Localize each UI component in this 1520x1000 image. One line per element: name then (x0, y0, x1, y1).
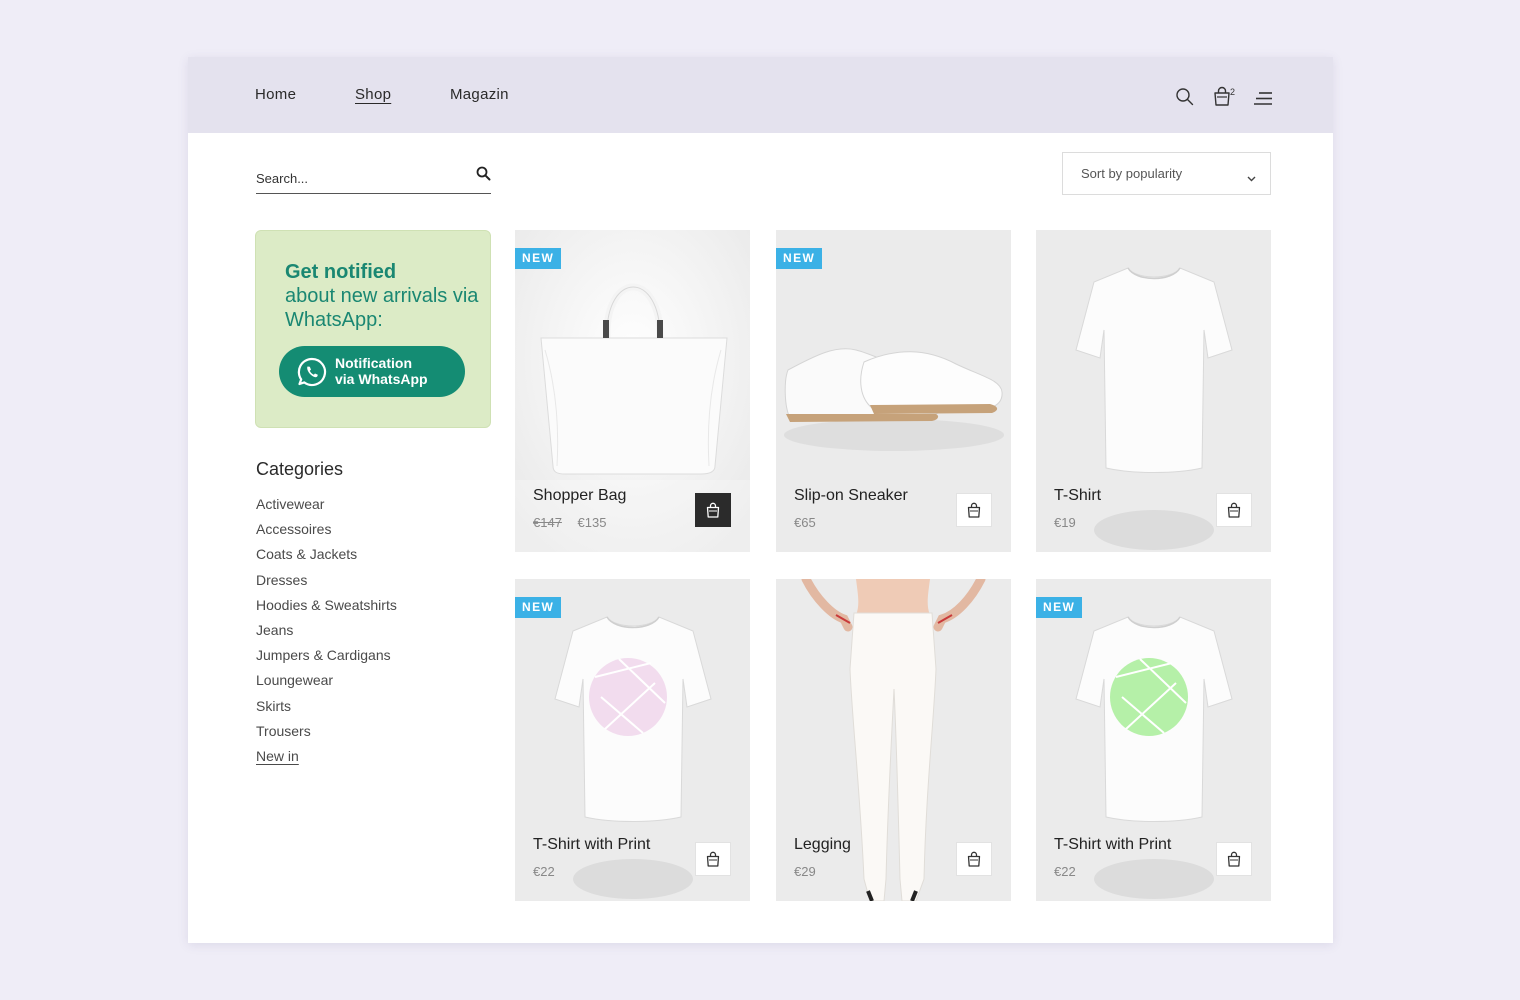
search-input[interactable] (256, 167, 456, 189)
category-link[interactable]: Loungewear (256, 671, 397, 696)
current-price: €22 (1054, 864, 1076, 879)
category-link[interactable]: Jumpers & Cardigans (256, 646, 397, 671)
product-card[interactable]: NEW Shopper Bag €147 €135 (515, 230, 750, 552)
product-card[interactable]: NEW Slip-on Sneaker €65 (776, 230, 1011, 552)
category-link[interactable]: Accessoires (256, 520, 397, 545)
category-link[interactable]: Trousers (256, 722, 397, 747)
add-to-cart-button[interactable] (1216, 493, 1252, 527)
add-to-cart-button[interactable] (956, 842, 992, 876)
add-to-cart-button[interactable] (956, 493, 992, 527)
new-badge: NEW (515, 248, 562, 269)
nav-magazin-link[interactable]: Magazin (450, 86, 509, 103)
current-price: €135 (577, 515, 607, 530)
product-name[interactable]: Legging (794, 836, 851, 854)
menu-icon[interactable] (1253, 91, 1273, 111)
product-card[interactable]: Legging €29 (776, 579, 1011, 901)
cart-count-badge: 2 (1230, 87, 1236, 97)
current-price: €22 (533, 864, 555, 879)
product-name[interactable]: Slip-on Sneaker (794, 487, 908, 505)
categories-heading: Categories (256, 459, 344, 479)
product-prices: €29 (794, 864, 816, 879)
shopping-bag-icon (1227, 851, 1241, 867)
current-price: €19 (1054, 515, 1076, 530)
shopping-bag-icon (1227, 502, 1241, 518)
product-prices: €19 (1054, 515, 1076, 530)
shopping-bag-icon (706, 502, 720, 518)
add-to-cart-button[interactable] (1216, 842, 1252, 876)
nav-shop-link[interactable]: Shop (355, 86, 391, 103)
promo-headline: Get notified about new arrivals via What… (285, 261, 479, 331)
top-navigation-bar: Home Shop Magazin 2 (188, 57, 1333, 133)
add-to-cart-button[interactable] (695, 493, 731, 527)
whatsapp-icon (296, 356, 328, 393)
add-to-cart-button[interactable] (695, 842, 731, 876)
category-link[interactable]: Hoodies & Sweatshirts (256, 596, 397, 621)
new-badge: NEW (776, 248, 823, 269)
product-prices: €22 (1054, 864, 1076, 879)
current-price: €65 (794, 515, 816, 530)
category-link[interactable]: Jeans (256, 621, 397, 646)
new-badge: NEW (515, 597, 562, 618)
category-link[interactable]: Dresses (256, 571, 397, 596)
whatsapp-button-label: Notification via WhatsApp (335, 355, 428, 387)
current-price: €29 (794, 864, 816, 879)
old-price: €147 (533, 515, 562, 530)
product-name[interactable]: T-Shirt with Print (533, 836, 650, 854)
shopping-bag-icon (967, 502, 981, 518)
category-link-new-in[interactable]: New in (256, 747, 397, 772)
product-card[interactable]: NEW T-Shirt with Print €22 (515, 579, 750, 901)
shopping-bag-icon (967, 851, 981, 867)
product-card[interactable]: T-Shirt €19 (1036, 230, 1271, 552)
sort-selected-value: Sort by popularity (1081, 166, 1183, 181)
sort-dropdown[interactable]: Sort by popularity (1062, 152, 1271, 195)
product-name[interactable]: T-Shirt with Print (1054, 836, 1171, 854)
whatsapp-notification-button[interactable]: Notification via WhatsApp (279, 346, 465, 397)
category-link[interactable]: Activewear (256, 495, 397, 520)
product-card[interactable]: NEW T-Shirt with Print €22 (1036, 579, 1271, 901)
product-prices: €22 (533, 864, 555, 879)
category-link[interactable]: Skirts (256, 697, 397, 722)
shopping-bag-icon (706, 851, 720, 867)
new-badge: NEW (1036, 597, 1083, 618)
shop-window: Home Shop Magazin 2 Search... Sort by po… (188, 57, 1333, 943)
product-name[interactable]: T-Shirt (1054, 487, 1101, 505)
search-submit-icon[interactable] (476, 166, 491, 186)
shopping-bag-icon[interactable] (1213, 86, 1231, 111)
product-name[interactable]: Shopper Bag (533, 487, 626, 505)
search-bar (256, 161, 491, 194)
categories-list: Activewear Accessoires Coats & Jackets D… (256, 495, 397, 772)
category-link[interactable]: Coats & Jackets (256, 545, 397, 570)
product-prices: €65 (794, 515, 816, 530)
chevron-down-icon (1247, 169, 1256, 187)
nav-home-link[interactable]: Home (255, 86, 296, 103)
search-icon[interactable] (1175, 87, 1194, 111)
product-prices: €147 €135 (533, 515, 606, 530)
whatsapp-promo-box: Get notified about new arrivals via What… (255, 230, 491, 428)
